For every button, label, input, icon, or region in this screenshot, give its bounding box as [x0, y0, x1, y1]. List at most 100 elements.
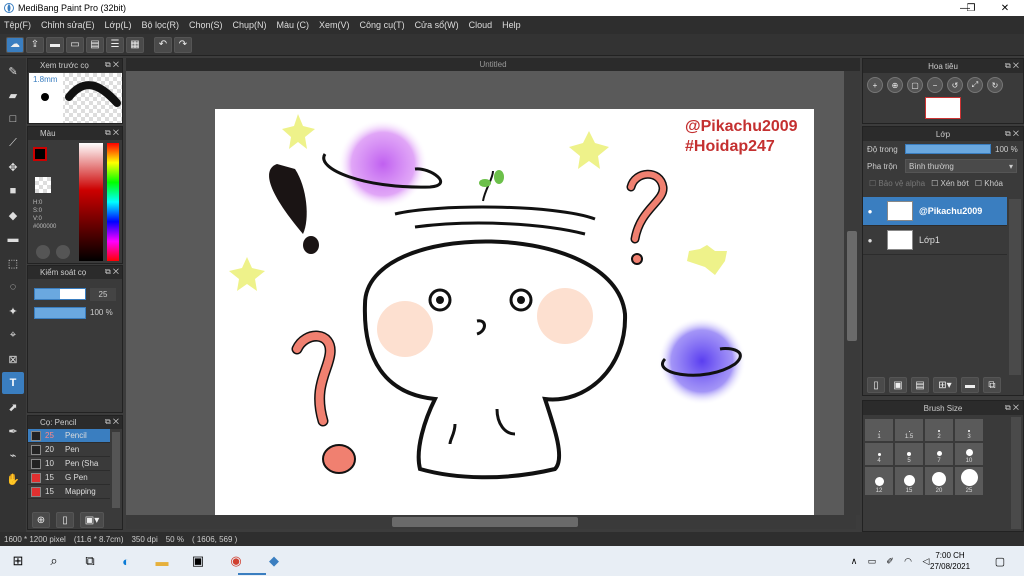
brush-item[interactable]: 10 Pen (Sha — [28, 457, 110, 471]
line-tool-icon[interactable]: ⟋ — [2, 132, 24, 154]
dropper-icon[interactable]: ⌁ — [2, 444, 24, 466]
gradient-tool-icon[interactable]: ▬ — [2, 228, 24, 250]
layer-opacity-slider[interactable] — [905, 144, 991, 154]
menu-file[interactable]: Tệp(F) — [4, 20, 31, 30]
close-button[interactable]: ✕ — [986, 0, 1024, 16]
store-icon[interactable]: ▣ — [188, 551, 208, 571]
menu-help[interactable]: Help — [502, 20, 521, 30]
protect-alpha-checkbox[interactable]: ☐ Bảo vệ alpha — [869, 179, 925, 188]
fit-icon[interactable]: ▢ — [907, 77, 923, 93]
panel-close-icon[interactable]: ⧉ ✕ — [1005, 61, 1019, 71]
clock[interactable]: 7:00 CH 27/08/2021 — [930, 550, 970, 572]
drawing-canvas[interactable]: @Pikachu2009 #Hoidap247 — [215, 109, 814, 515]
hue-slider[interactable] — [107, 143, 119, 261]
color-picker[interactable]: H:0 S:0 V:0 #000000 — [28, 141, 122, 267]
primary-color-swatch[interactable] — [33, 147, 47, 161]
move-tool-icon[interactable]: ✥ — [2, 156, 24, 178]
operation-tool-icon[interactable]: ⬈ — [2, 396, 24, 418]
brush-item[interactable]: 20 Pen — [28, 443, 110, 457]
layer-add-menu-icon[interactable]: ⊞▾ — [933, 377, 957, 393]
select-eraser-icon[interactable]: ⊠ — [2, 348, 24, 370]
brush-item[interactable]: 15 G Pen — [28, 471, 110, 485]
vertical-scrollbar[interactable] — [844, 71, 860, 515]
lock-checkbox[interactable]: ☐ Khóa — [975, 179, 1003, 188]
panel-close-icon[interactable]: ⧉ ✕ — [105, 267, 119, 277]
brush-size-cell[interactable]: 5 — [895, 443, 923, 465]
rotate-right-icon[interactable]: ↻ — [987, 77, 1003, 93]
windows-start-icon[interactable]: ⊞ — [8, 551, 28, 571]
transparent-swatch[interactable] — [35, 177, 51, 193]
select-rect-icon[interactable]: ⬚ — [2, 252, 24, 274]
bucket-tool-icon[interactable]: ◆ — [2, 204, 24, 226]
comment-icon[interactable]: ▬ — [46, 36, 64, 53]
clipping-checkbox[interactable]: ☐ Xén bớt — [931, 179, 969, 188]
rotate-left-icon[interactable]: ↺ — [947, 77, 963, 93]
layer-scrollbar[interactable] — [1009, 199, 1021, 375]
text-tool-icon[interactable]: T — [2, 372, 24, 394]
panel-close-icon[interactable]: ⧉ ✕ — [105, 128, 119, 138]
menu-filter[interactable]: Bộ lọc(R) — [141, 20, 179, 30]
lasso-icon[interactable]: ◌ — [2, 276, 24, 298]
medibang-taskbar-icon[interactable]: ◆ — [264, 551, 284, 571]
menu-window[interactable]: Cửa sổ(W) — [415, 20, 459, 30]
new-halftone-layer-icon[interactable]: ▣ — [889, 377, 907, 393]
chrome-icon[interactable]: ◉ — [226, 551, 246, 571]
brush-size-cell[interactable]: 25 — [955, 467, 983, 495]
zoom-out-icon[interactable]: − — [927, 77, 943, 93]
zoom-in-icon[interactable]: + — [867, 77, 883, 93]
layer-row[interactable]: ● @Pikachu2009 — [863, 197, 1007, 226]
panel-close-icon[interactable]: ⧉ ✕ — [105, 60, 119, 70]
brush-size-cell[interactable]: 1.5 — [895, 419, 923, 441]
new-8bit-layer-icon[interactable]: ▤ — [911, 377, 929, 393]
folder-icon[interactable]: ▬ — [961, 377, 979, 393]
brush-size-scrollbar[interactable] — [1011, 417, 1021, 529]
undo-icon[interactable]: ↶ — [154, 36, 172, 53]
brush-size-cell[interactable]: 10 — [955, 443, 983, 465]
menu-tools[interactable]: Công cụ(T) — [360, 20, 405, 30]
brush-size-cell[interactable]: 20 — [925, 467, 953, 495]
brush-size-cell[interactable]: 12 — [865, 467, 893, 495]
list-icon[interactable]: ☰ — [106, 36, 124, 53]
canvas-tab[interactable]: Untitled — [126, 58, 860, 71]
brush-size-cell[interactable]: 15 — [895, 467, 923, 495]
brush-size-cell[interactable]: 4 — [865, 443, 893, 465]
search-icon[interactable]: ⌕ — [44, 551, 64, 571]
file-explorer-icon[interactable]: ▬ — [152, 551, 172, 571]
brush-size-cell[interactable]: 1 — [865, 419, 893, 441]
grid-icon[interactable]: ▦ — [126, 36, 144, 53]
brush-item[interactable]: 25 Pencil — [28, 429, 110, 443]
palette-icon[interactable] — [36, 245, 50, 259]
navigator-thumbnail[interactable] — [925, 97, 961, 119]
chat-icon[interactable]: ▭ — [66, 36, 84, 53]
document-icon[interactable]: ▤ — [86, 36, 104, 53]
brush-size-slider[interactable] — [34, 288, 86, 300]
new-layer-icon[interactable]: ▯ — [867, 377, 885, 393]
magic-wand-icon[interactable]: ✦ — [2, 300, 24, 322]
menu-view[interactable]: Xem(V) — [319, 20, 350, 30]
pen-icon[interactable]: ✐ — [880, 551, 900, 571]
menu-layer[interactable]: Lớp(L) — [105, 20, 132, 30]
eraser-tool-icon[interactable]: ▰ — [2, 84, 24, 106]
brush-item[interactable]: 15 Mapping — [28, 485, 110, 499]
brush-opacity-slider[interactable] — [34, 307, 86, 319]
brush-size-cell[interactable]: 3 — [955, 419, 983, 441]
horizontal-scrollbar[interactable] — [126, 515, 856, 529]
task-view-icon[interactable]: ⧉ — [80, 551, 100, 571]
reset-icon[interactable]: ⤢ — [967, 77, 983, 93]
panel-close-icon[interactable]: ⧉ ✕ — [105, 417, 119, 427]
wifi-icon[interactable]: ◠ — [898, 551, 918, 571]
menu-color[interactable]: Màu (C) — [277, 20, 310, 30]
maximize-button[interactable]: ❐ — [952, 0, 990, 16]
redo-icon[interactable]: ↷ — [174, 36, 192, 53]
brush-size-value[interactable]: 25 — [90, 288, 116, 301]
share-icon[interactable]: ⇪ — [26, 36, 44, 53]
eyedropper-icon[interactable]: ✒ — [2, 420, 24, 442]
layer-row[interactable]: ● Lớp1 — [863, 226, 1007, 255]
notifications-icon[interactable]: ▢ — [990, 551, 1010, 571]
cloud-icon[interactable]: ☁ — [6, 36, 24, 53]
panel-close-icon[interactable]: ⧉ ✕ — [1005, 403, 1019, 413]
chevron-up-icon[interactable]: ∧ — [844, 551, 864, 571]
zoom-in2-icon[interactable]: ⊕ — [887, 77, 903, 93]
rectangle-tool-icon[interactable]: □ — [2, 108, 24, 130]
blend-mode-select[interactable]: Bình thường ▾ — [905, 159, 1017, 173]
